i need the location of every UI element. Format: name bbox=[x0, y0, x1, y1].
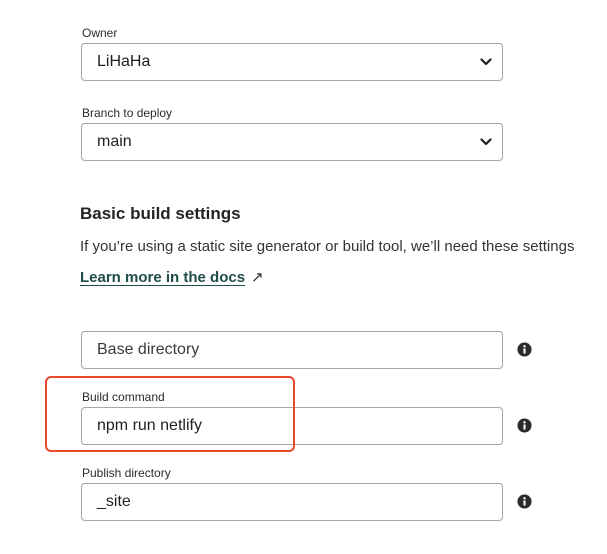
publish-directory-input[interactable]: _site bbox=[81, 483, 503, 521]
chevron-down-icon bbox=[480, 58, 492, 66]
info-icon[interactable] bbox=[517, 342, 532, 357]
owner-label: Owner bbox=[82, 26, 118, 40]
branch-select-value: main bbox=[97, 133, 132, 150]
base-directory-input[interactable]: Base directory bbox=[81, 331, 503, 369]
base-directory-placeholder: Base directory bbox=[97, 341, 200, 358]
publish-directory-value: _site bbox=[97, 493, 131, 510]
info-icon[interactable] bbox=[517, 418, 532, 433]
learn-more-link-text: Learn more in the docs bbox=[80, 269, 246, 286]
info-icon[interactable] bbox=[517, 494, 532, 509]
build-command-label: Build command bbox=[82, 390, 165, 404]
owner-select-value: LiHaHa bbox=[97, 53, 151, 70]
chevron-down-icon bbox=[480, 138, 492, 146]
branch-select[interactable]: main bbox=[81, 123, 503, 161]
build-command-input[interactable]: npm run netlify bbox=[81, 407, 503, 445]
owner-select[interactable]: LiHaHa bbox=[81, 43, 503, 81]
branch-label: Branch to deploy bbox=[82, 106, 173, 120]
publish-directory-label: Publish directory bbox=[82, 466, 171, 480]
build-settings-heading: Basic build settings bbox=[80, 204, 241, 223]
learn-more-link[interactable]: Learn more in the docs ↗ bbox=[80, 268, 264, 288]
external-link-arrow-icon: ↗ bbox=[251, 269, 264, 286]
build-command-value: npm run netlify bbox=[97, 417, 202, 434]
build-settings-description: If you’re using a static site generator … bbox=[80, 238, 575, 255]
